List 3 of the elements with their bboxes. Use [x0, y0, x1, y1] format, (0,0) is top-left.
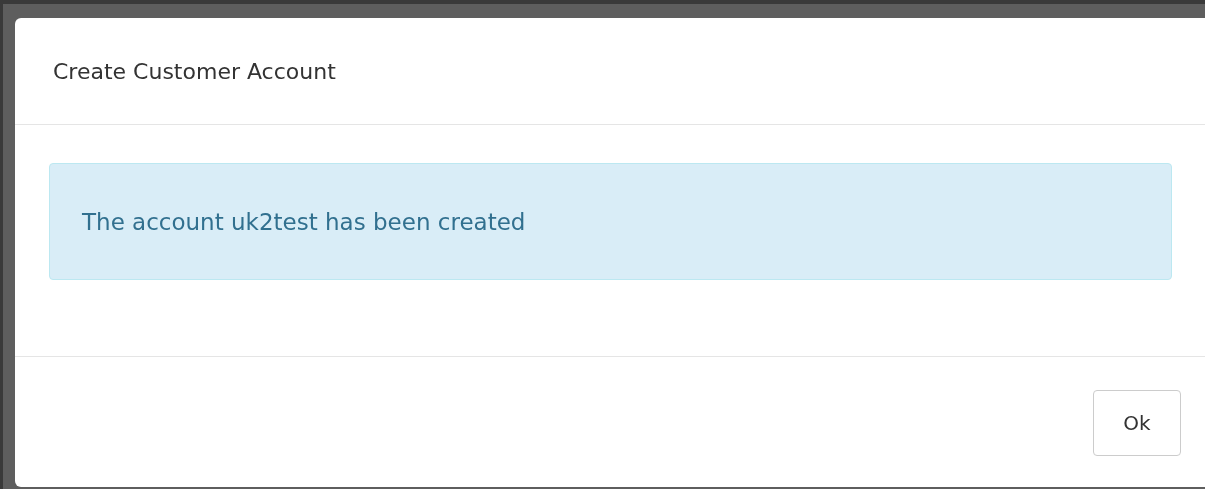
ok-button[interactable]: Ok	[1093, 390, 1181, 456]
alert-message: The account uk2test has been created	[82, 208, 526, 235]
dialog-title: Create Customer Account	[53, 58, 336, 84]
